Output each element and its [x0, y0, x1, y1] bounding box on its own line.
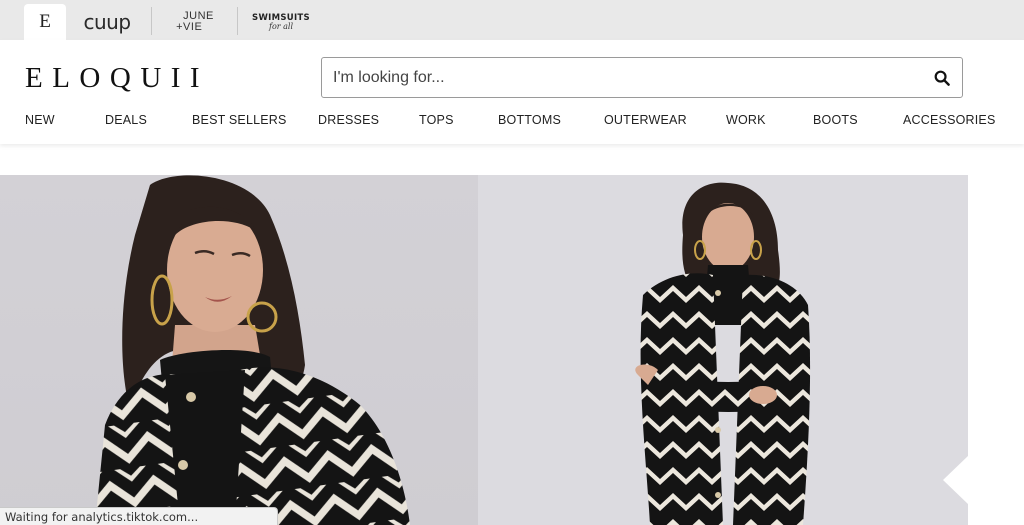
nav-item-tops[interactable]: TOPS [419, 113, 454, 127]
site-header: ELOQUII NEW DEALS BEST SELLERS DRESSES T… [0, 40, 1024, 144]
brand-tab-june-vie[interactable]: JUNE +VIE [170, 4, 220, 40]
cuup-brand-logo: cuup [83, 10, 131, 34]
brand-tab-swimsuits[interactable]: SWIMSUITS for all [248, 4, 314, 40]
model-closeup-image [0, 175, 478, 525]
brand-tab-cuup[interactable]: cuup [76, 4, 138, 40]
model-fullbody-image [478, 175, 968, 525]
browser-status-bar: Waiting for analytics.tiktok.com... [0, 507, 278, 525]
chevron-left-icon [943, 455, 969, 505]
swimsuits-brand-logo: SWIMSUITS for all [252, 13, 310, 31]
nav-item-accessories[interactable]: ACCESSORIES [903, 113, 996, 127]
brand-divider [237, 7, 238, 35]
nav-item-best-sellers[interactable]: BEST SELLERS [192, 113, 287, 127]
brand-divider [151, 7, 152, 35]
brand-bar: E cuup JUNE +VIE SWIMSUITS for all [0, 0, 1024, 40]
search-icon[interactable] [934, 70, 950, 86]
swimsuits-line2: for all [268, 21, 294, 31]
nav-item-boots[interactable]: BOOTS [813, 113, 858, 127]
hero-image-left[interactable] [0, 175, 478, 525]
june-vie-brand-logo: JUNE +VIE [176, 11, 214, 33]
nav-item-bottoms[interactable]: BOTTOMS [498, 113, 561, 127]
eloquii-brand-logo: E [39, 11, 51, 32]
nav-item-deals[interactable]: DEALS [105, 113, 147, 127]
carousel-prev-button[interactable] [943, 455, 969, 505]
search-input[interactable] [333, 58, 923, 97]
nav-item-dresses[interactable]: DRESSES [318, 113, 379, 127]
june-vie-line2: +VIE [176, 21, 203, 33]
main-nav: NEW DEALS BEST SELLERS DRESSES TOPS BOTT… [0, 113, 1024, 135]
site-logo[interactable]: ELOQUII [25, 62, 209, 95]
search-bar [321, 57, 963, 98]
nav-item-outerwear[interactable]: OUTERWEAR [604, 113, 687, 127]
nav-item-new[interactable]: NEW [25, 113, 55, 127]
brand-tab-eloquii[interactable]: E [24, 4, 66, 40]
nav-item-work[interactable]: WORK [726, 113, 766, 127]
hero-image-right[interactable] [478, 175, 968, 525]
